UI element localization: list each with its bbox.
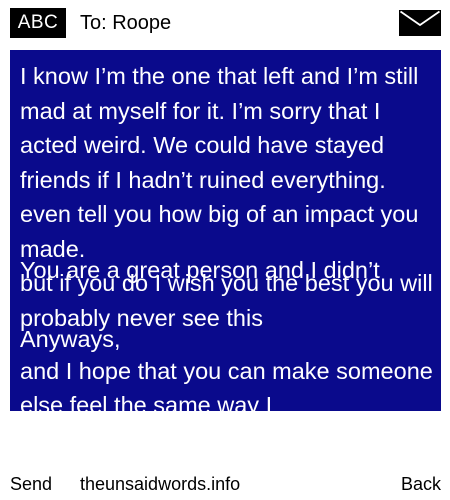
message-body[interactable]: I know I’m the one that left and I’m sti… xyxy=(10,50,441,411)
softkey-bar: Send theunsaidwords.info Back xyxy=(0,468,450,500)
back-softkey[interactable]: Back xyxy=(401,468,441,500)
envelope-icon xyxy=(399,10,441,36)
header-bar: ABC To: Roope xyxy=(0,0,450,46)
recipient-label: To: Roope xyxy=(80,12,172,34)
send-softkey[interactable]: Send xyxy=(10,468,52,500)
message-text-overlay-2: and I hope that you can make someone els… xyxy=(20,357,433,412)
site-label: theunsaidwords.info xyxy=(80,474,241,494)
input-mode-badge[interactable]: ABC xyxy=(10,8,66,38)
